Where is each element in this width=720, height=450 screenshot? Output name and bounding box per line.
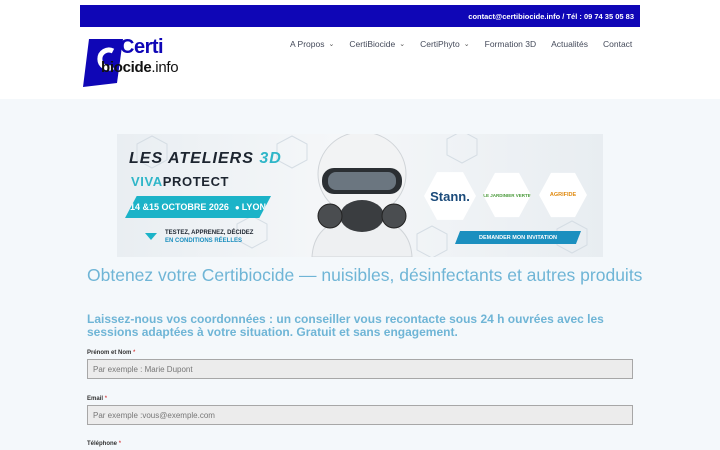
contact-info-link[interactable]: contact@certibiocide.info / Tél : 09 74 … xyxy=(468,12,634,21)
nav-item-actualites[interactable]: Actualités xyxy=(551,39,588,49)
logo-text-certi: Certi xyxy=(120,36,164,58)
banner-date-badge: 14 &15 OCTOBRE 2026 ● LYON xyxy=(125,196,271,218)
nav-item-contact[interactable]: Contact xyxy=(603,39,632,49)
name-label: Prénom et Nom * xyxy=(87,350,136,356)
main-nav: A Propos ⌄ CertiBiocide ⌄ CertiPhyto ⌄ F… xyxy=(290,37,632,51)
location-pin-icon: ● xyxy=(234,202,240,212)
chevron-down-icon: ⌄ xyxy=(463,41,470,48)
page-subtitle: Laissez-nous vos coordonnées : un consei… xyxy=(87,312,604,339)
nav-item-label: Contact xyxy=(603,39,633,49)
nav-item-label: CertiPhyto xyxy=(420,39,460,49)
email-input[interactable] xyxy=(87,405,633,425)
nav-item-label: Formation 3D xyxy=(484,39,537,49)
banner-title: LES ATELIERS 3D xyxy=(129,150,282,167)
protective-suit-mask-icon xyxy=(311,134,413,257)
nav-item-label: Actualités xyxy=(551,39,588,49)
banner-city: LYON xyxy=(241,202,266,212)
event-banner[interactable]: LES ATELIERS 3D VIVAPROTECT 14 &15 OCTOB… xyxy=(117,134,603,257)
nav-item-a-propos[interactable]: A Propos ⌄ xyxy=(290,39,334,49)
site-header: contact@certibiocide.info / Tél : 09 74 … xyxy=(0,0,720,99)
nav-item-label: A Propos xyxy=(290,39,325,49)
phone-label: Téléphone * xyxy=(87,441,122,447)
site-logo[interactable]: Certi biocide.info xyxy=(83,36,223,87)
nav-item-formation-3d[interactable]: Formation 3D xyxy=(485,39,537,49)
banner-subtitle: VIVAPROTECT xyxy=(131,174,230,189)
nav-item-certiphyto[interactable]: CertiPhyto ⌄ xyxy=(420,39,470,49)
email-label: Email * xyxy=(87,396,108,402)
nav-item-label: CertiBiocide xyxy=(349,39,396,49)
name-input[interactable] xyxy=(87,359,633,379)
chevron-down-icon: ⌄ xyxy=(399,41,406,48)
triangle-down-icon xyxy=(145,233,157,240)
nav-item-certibiocide[interactable]: CertiBiocide ⌄ xyxy=(349,39,405,49)
banner-tagline: TESTEZ, APPRENEZ, DÉCIDEZ EN CONDITIONS … xyxy=(165,230,254,244)
top-contact-bar: contact@certibiocide.info / Tél : 09 74 … xyxy=(80,5,640,27)
banner-date: 14 &15 OCTOBRE 2026 xyxy=(130,202,229,212)
page-title: Obtenez votre Certibiocide — nuisibles, … xyxy=(87,265,643,285)
request-invitation-button[interactable]: DEMANDER MON INVITATION xyxy=(455,231,581,244)
logo-text-biocide: biocide.info xyxy=(101,59,179,76)
chevron-down-icon: ⌄ xyxy=(328,41,335,48)
